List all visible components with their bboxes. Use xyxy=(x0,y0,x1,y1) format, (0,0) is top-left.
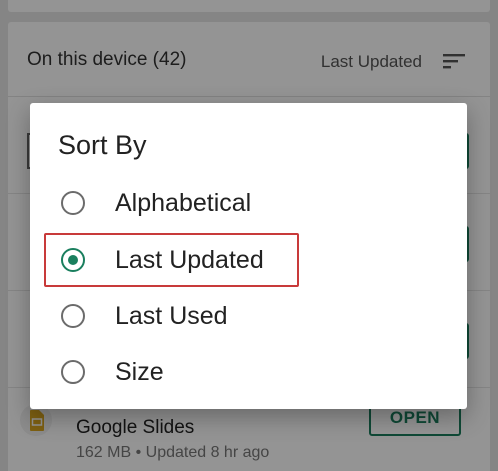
radio-unselected-icon[interactable] xyxy=(61,304,85,328)
sort-option-last-used[interactable]: Last Used xyxy=(30,290,467,342)
app-screen: On this device (42) Last Updated Google … xyxy=(0,0,498,471)
radio-dot xyxy=(68,255,78,265)
radio-selected-icon[interactable] xyxy=(61,248,85,272)
radio-unselected-icon[interactable] xyxy=(61,360,85,384)
option-label: Size xyxy=(115,358,164,386)
option-label: Last Updated xyxy=(115,246,264,274)
option-label: Last Used xyxy=(115,302,228,330)
sort-option-size[interactable]: Size xyxy=(30,346,467,398)
sort-option-last-updated[interactable]: Last Updated xyxy=(30,234,467,286)
option-label: Alphabetical xyxy=(115,189,252,217)
sort-option-alphabetical[interactable]: Alphabetical xyxy=(30,177,467,229)
sort-by-dialog: Sort By Alphabetical Last Updated Last U… xyxy=(30,103,467,409)
dialog-title: Sort By xyxy=(58,130,147,160)
radio-unselected-icon[interactable] xyxy=(61,191,85,215)
